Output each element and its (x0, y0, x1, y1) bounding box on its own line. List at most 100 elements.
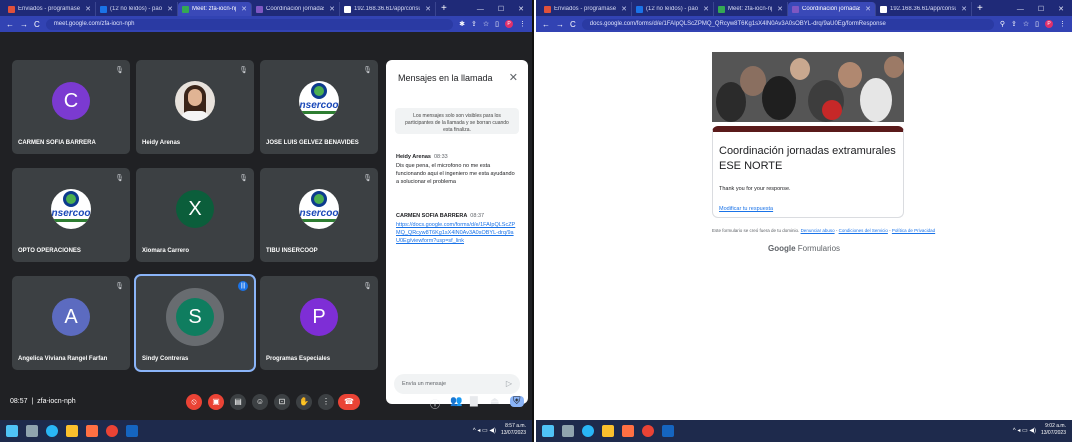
zoom-icon[interactable]: ⚲ (1000, 20, 1005, 28)
participant-tile[interactable]: C 🎙︎ CARMEN SOFIA BARRERA (12, 60, 130, 154)
back-icon[interactable]: ← (542, 20, 550, 29)
mic-muted-icon: 🎙︎ (363, 67, 372, 74)
file-explorer-icon[interactable] (602, 425, 614, 437)
forward-icon[interactable]: → (20, 20, 28, 29)
browser-tab[interactable]: Coordinación jornadas extra ✕ (252, 2, 340, 16)
share-icon[interactable]: ⇪ (1011, 20, 1017, 28)
tab-label: (12 no leídos) - paola.mogoll (110, 6, 163, 12)
tab-close-icon[interactable]: ✕ (85, 5, 91, 13)
chat-message-link[interactable]: https://docs.google.com/forms/d/e/1FAIpQ… (396, 221, 516, 245)
mic-off-button[interactable]: ⦸ (186, 394, 202, 410)
windows-start-icon[interactable] (6, 425, 18, 437)
browser-tab[interactable]: (12 no leídos) - paola.mogoll ✕ (632, 2, 714, 16)
form-title: Coordinación jornadas extramurales ESE N… (719, 145, 896, 172)
tab-close-icon[interactable]: ✕ (425, 5, 431, 13)
tab-close-icon[interactable]: ✕ (961, 5, 967, 13)
forward-icon[interactable]: → (556, 20, 564, 29)
participant-tile[interactable]: X 🎙︎ Xiomara Carrero (136, 168, 254, 262)
minimize-icon[interactable]: — (477, 6, 484, 13)
report-abuse-link[interactable]: Denunciar abuso (801, 228, 835, 233)
info-icon[interactable]: ⓘ (430, 396, 440, 411)
firefox-icon[interactable] (622, 425, 634, 437)
profile-avatar[interactable]: P (505, 20, 513, 28)
close-window-icon[interactable]: ✕ (518, 5, 524, 13)
browser-tab[interactable]: Enviados - programasespeci ✕ (540, 2, 632, 16)
task-view-icon[interactable] (26, 425, 38, 437)
participant-tile[interactable]: S ||| Sindy Contreras (134, 274, 256, 372)
participant-tile[interactable]: nsercoo 🎙︎ OPTO OPERACIONES (12, 168, 130, 262)
browser-tab[interactable]: Enviados - programasespeci ✕ (4, 2, 96, 16)
word-icon[interactable] (126, 425, 138, 437)
tab-close-icon[interactable]: ✕ (777, 5, 783, 13)
file-explorer-icon[interactable] (66, 425, 78, 437)
extension-icon[interactable]: ✱ (459, 20, 465, 28)
participant-tile[interactable]: A 🎙︎ Angelica Viviana Rangel Farfan (12, 276, 130, 370)
windows-start-icon[interactable] (542, 425, 554, 437)
maximize-icon[interactable]: ☐ (1038, 5, 1044, 13)
reload-icon[interactable]: C (570, 20, 576, 29)
sidebar-icon[interactable]: ▯ (495, 20, 499, 28)
host-controls-icon[interactable]: ⛨ (510, 396, 524, 407)
tab-favicon-icon (880, 5, 887, 13)
url-field[interactable]: docs.google.com/forms/d/e/1FAIpQLScZPMQ_… (581, 18, 994, 30)
task-view-icon[interactable] (562, 425, 574, 437)
reload-icon[interactable]: C (34, 20, 40, 29)
activities-icon[interactable]: ⏏ (490, 396, 499, 407)
chrome-icon[interactable] (106, 425, 118, 437)
tab-close-icon[interactable]: ✕ (865, 5, 871, 13)
tab-close-icon[interactable]: ✕ (167, 5, 173, 13)
browser-tab[interactable]: (12 no leídos) - paola.mogoll ✕ (96, 2, 178, 16)
participant-tile[interactable]: nsercoo 🎙︎ TIBU INSERCOOP (260, 168, 378, 262)
browser-tab[interactable]: Meet: zfa-iocn-nph ✕ (714, 2, 788, 16)
browser-tab[interactable]: 192.168.36.61/app/consulta ✕ (876, 2, 972, 16)
participant-tile[interactable]: nsercoo 🎙︎ JOSE LUIS GELVEZ BENAVIDES (260, 60, 378, 154)
maximize-icon[interactable]: ☐ (498, 5, 504, 13)
new-tab-button[interactable]: + (972, 2, 988, 16)
terms-link[interactable]: Condiciones del Servicio (839, 228, 888, 233)
tab-close-icon[interactable]: ✕ (241, 5, 247, 13)
camera-off-button[interactable]: ▣ (208, 394, 224, 410)
privacy-link[interactable]: Política de Privacidad (892, 228, 935, 233)
participant-tile[interactable]: 🎙︎ Heidy Arenas (136, 60, 254, 154)
url-field[interactable]: meet.google.com/zfa-iocn-nph (45, 18, 454, 30)
end-call-button[interactable]: ☎ (338, 394, 360, 410)
mic-muted-icon: 🎙︎ (363, 283, 372, 290)
edit-response-link[interactable]: Modificar tu respuesta (719, 206, 773, 212)
firefox-icon[interactable] (86, 425, 98, 437)
bookmark-star-icon[interactable]: ☆ (1023, 20, 1029, 28)
edge-icon[interactable] (46, 425, 58, 437)
close-window-icon[interactable]: ✕ (1058, 5, 1064, 13)
participant-tile[interactable]: P 🎙︎ Programas Especiales (260, 276, 378, 370)
bookmark-star-icon[interactable]: ☆ (483, 20, 489, 28)
menu-dots-icon[interactable]: ⋮ (1059, 20, 1066, 28)
present-button[interactable]: ⊡ (274, 394, 290, 410)
raise-hand-button[interactable]: ✋ (296, 394, 312, 410)
chrome-icon[interactable] (642, 425, 654, 437)
participant-avatar: P (300, 298, 338, 337)
browser-tab[interactable]: Meet: zfa-iocn-nph ✕ (178, 2, 252, 16)
tab-close-icon[interactable]: ✕ (621, 5, 627, 13)
browser-tab[interactable]: Coordinación jornadas extra ✕ (788, 2, 876, 16)
close-icon[interactable]: ✕ (509, 71, 518, 84)
edge-icon[interactable] (582, 425, 594, 437)
people-icon[interactable]: 👥 (450, 396, 462, 407)
speaking-indicator-icon: ||| (238, 281, 248, 291)
back-icon[interactable]: ← (6, 20, 14, 29)
tab-close-icon[interactable]: ✕ (703, 5, 709, 13)
word-icon[interactable] (662, 425, 674, 437)
menu-dots-icon[interactable]: ⋮ (519, 20, 526, 28)
tab-favicon-icon (256, 5, 263, 13)
sidebar-icon[interactable]: ▯ (1035, 20, 1039, 28)
form-response-page: Coordinación jornadas extramurales ESE N… (536, 32, 1072, 420)
profile-avatar[interactable]: P (1045, 20, 1053, 28)
tab-close-icon[interactable]: ✕ (329, 5, 335, 13)
share-icon[interactable]: ⇪ (471, 20, 477, 28)
captions-button[interactable]: ▤ (230, 394, 246, 410)
address-bar: ← → C docs.google.com/forms/d/e/1FAIpQLS… (536, 16, 1072, 32)
minimize-icon[interactable]: — (1017, 6, 1024, 13)
chat-icon[interactable]: ▇ (470, 396, 478, 407)
more-options-button[interactable]: ⋮ (318, 394, 334, 410)
new-tab-button[interactable]: + (436, 2, 452, 16)
emoji-button[interactable]: ☺ (252, 394, 268, 410)
browser-tab[interactable]: 192.168.36.61/app/consulta ✕ (340, 2, 436, 16)
